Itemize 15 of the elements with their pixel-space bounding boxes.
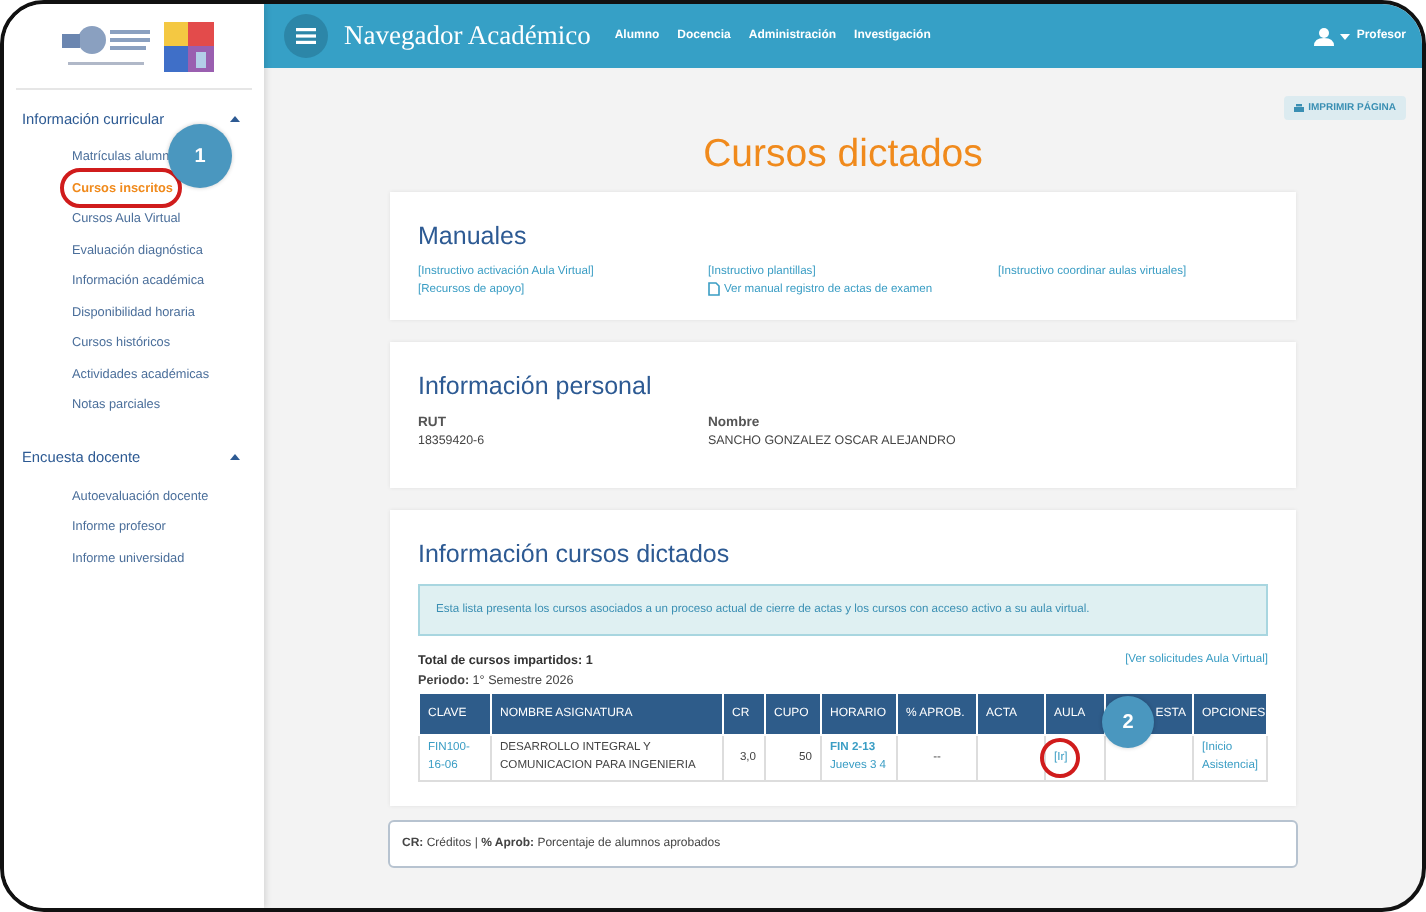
document-icon [708, 282, 720, 296]
highlight-ring [1040, 737, 1080, 777]
card-title: Información cursos dictados [418, 540, 732, 568]
caret-icon[interactable] [230, 454, 240, 460]
anniversary-logo [163, 21, 213, 71]
menu-icon [296, 28, 316, 44]
user-icon [1314, 27, 1335, 45]
print-icon [1294, 103, 1305, 113]
card-title: Manuales [418, 222, 529, 250]
menu-button[interactable] [284, 14, 328, 58]
caret-icon[interactable] [230, 115, 240, 121]
app-title: Navegador Académico [344, 20, 591, 52]
page-title: Cursos dictados [703, 132, 983, 178]
card-title: Información personal [418, 372, 654, 400]
caret-icon [1340, 33, 1351, 39]
